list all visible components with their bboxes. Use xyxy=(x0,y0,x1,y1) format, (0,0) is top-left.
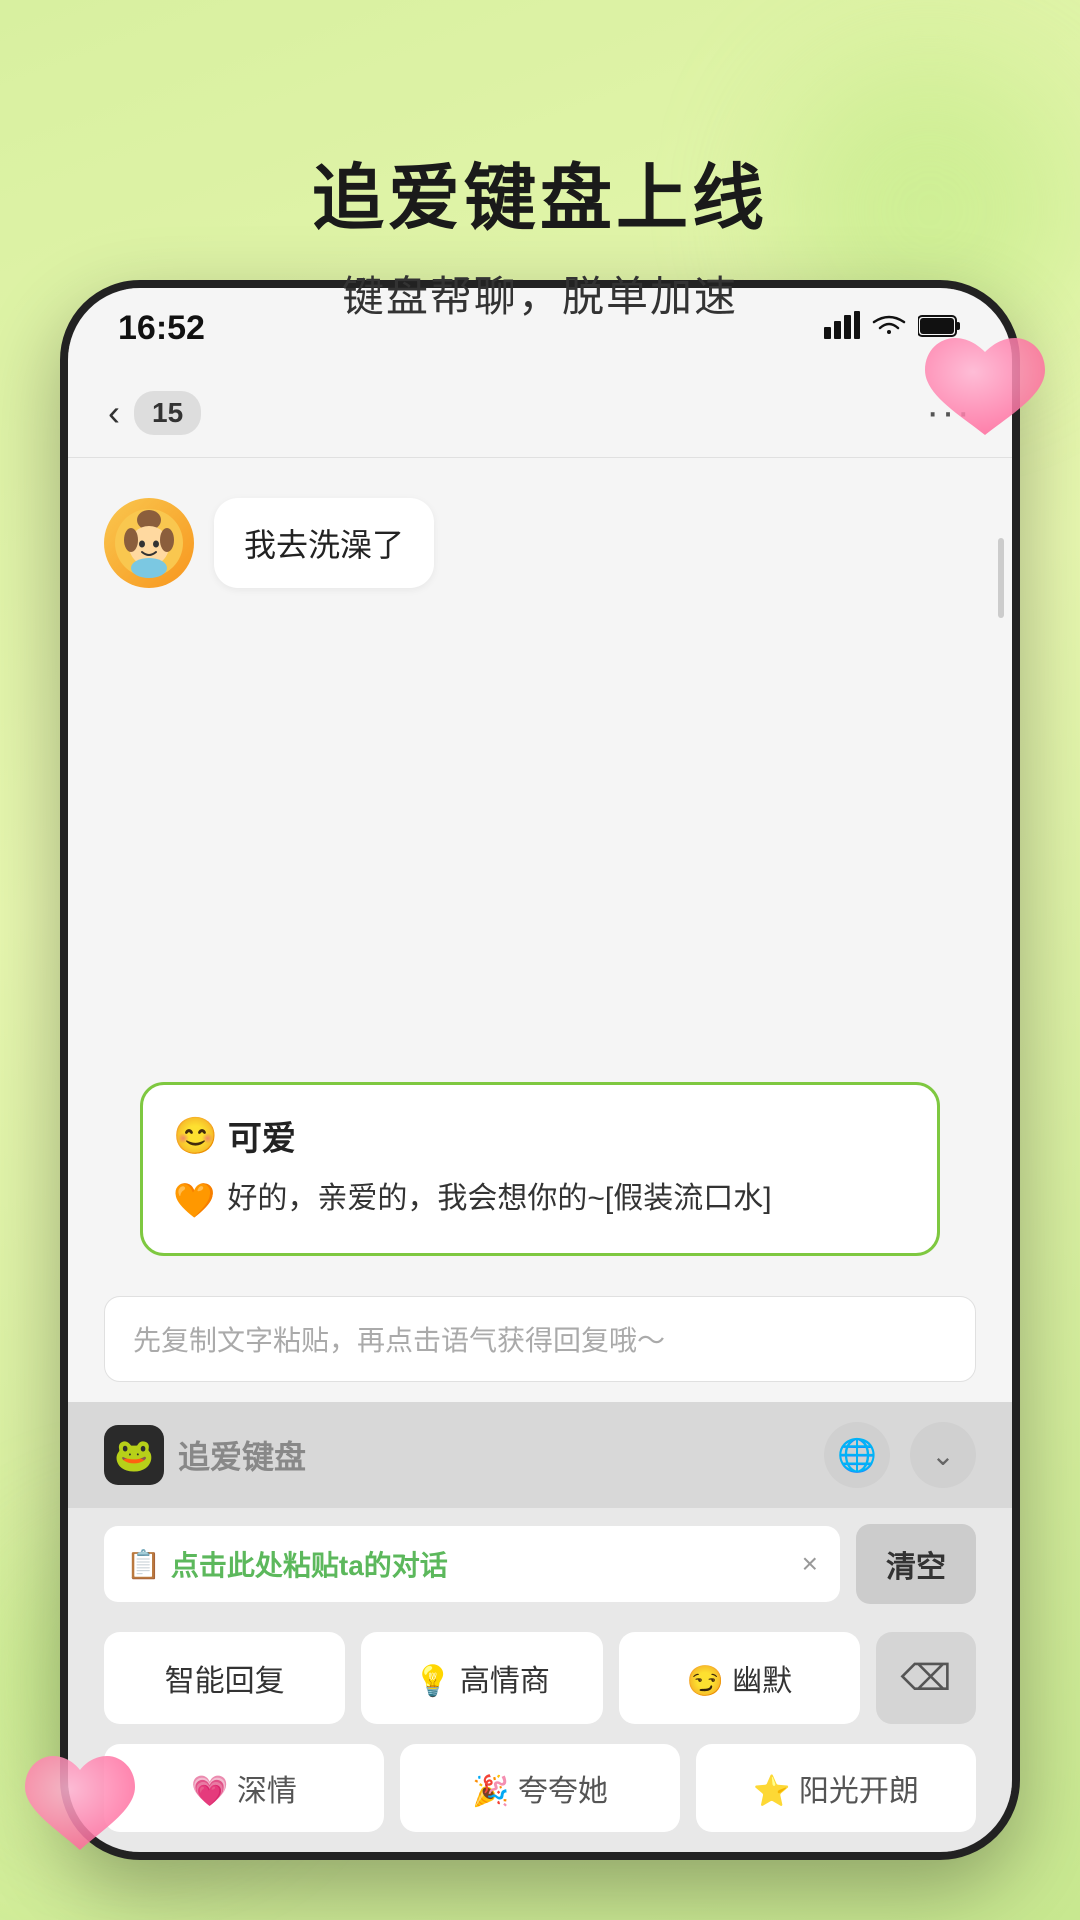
back-arrow-icon[interactable]: ‹ xyxy=(108,392,120,434)
keyboard-header: 🐸 追爱键盘 🌐 ⌄ xyxy=(68,1402,1012,1508)
scrollbar-track xyxy=(998,538,1004,1062)
keyboard-logo-emoji: 🐸 xyxy=(114,1436,154,1474)
deep-emoji: 💗 xyxy=(191,1775,228,1808)
paste-close-button[interactable]: × xyxy=(802,1548,818,1580)
suggestion-body-text: 好的，亲爱的，我会想你的~[假装流口水] xyxy=(227,1176,771,1221)
quick-btn-sunny[interactable]: ⭐ 阳光开朗 xyxy=(696,1744,976,1832)
paste-content[interactable]: 📋 点击此处粘贴ta的对话 × xyxy=(104,1526,840,1602)
keyboard-name: 追爱键盘 xyxy=(178,1432,306,1478)
paste-icon: 📋 xyxy=(126,1548,161,1581)
humor-label: 幽默 xyxy=(732,1665,792,1698)
paste-area: 📋 点击此处粘贴ta的对话 × 清空 xyxy=(68,1508,1012,1620)
chat-header: ‹ 15 ··· xyxy=(68,368,1012,458)
keyboard-logo: 🐸 xyxy=(104,1425,164,1485)
sunny-label: 阳光开朗 xyxy=(799,1775,919,1808)
heart-decoration-top xyxy=(920,330,1050,450)
keyboard-actions: 🌐 ⌄ xyxy=(824,1422,976,1488)
chat-area: 我去洗澡了 xyxy=(68,458,1012,1062)
quick-btn-deep[interactable]: 💗 深情 xyxy=(104,1744,384,1832)
scrollbar-thumb[interactable] xyxy=(998,538,1004,618)
input-area: 先复制文字粘贴，再点击语气获得回复哦～ xyxy=(68,1276,1012,1402)
praise-label: 夸夸她 xyxy=(518,1775,608,1808)
paste-text: 📋 点击此处粘贴ta的对话 xyxy=(126,1544,448,1584)
quick-reply-row-2: 💗 深情 🎉 夸夸她 ⭐ 阳光开朗 xyxy=(68,1736,1012,1852)
suggestion-title-emoji: 😊 xyxy=(173,1115,218,1157)
suggestion-title-text: 可爱 xyxy=(228,1111,296,1160)
sunny-emoji: ⭐ xyxy=(753,1775,790,1808)
delete-icon: ⌫ xyxy=(901,1657,952,1699)
chat-back[interactable]: ‹ 15 xyxy=(108,391,201,435)
praise-emoji: 🎉 xyxy=(472,1775,509,1808)
delete-button[interactable]: ⌫ xyxy=(876,1632,976,1724)
high-eq-label: 高情商 xyxy=(460,1665,550,1698)
message-text: 我去洗澡了 xyxy=(244,527,404,563)
heart-decoration-bottom xyxy=(20,1750,140,1860)
globe-button[interactable]: 🌐 xyxy=(824,1422,890,1488)
suggestion-body-icon: 🧡 xyxy=(173,1176,215,1227)
message-row: 我去洗澡了 xyxy=(104,498,976,588)
quick-btn-smart-reply[interactable]: 智能回复 xyxy=(104,1632,345,1724)
suggestion-body: 🧡 好的，亲爱的，我会想你的~[假装流口水] xyxy=(173,1176,907,1227)
chevron-down-icon: ⌄ xyxy=(931,1439,954,1472)
quick-btn-humor[interactable]: 😏 幽默 xyxy=(619,1632,860,1724)
paste-label: 点击此处粘贴ta的对话 xyxy=(171,1544,448,1584)
suggestion-card: 😊 可爱 🧡 好的，亲爱的，我会想你的~[假装流口水] xyxy=(140,1082,940,1256)
quick-btn-praise[interactable]: 🎉 夸夸她 xyxy=(400,1744,680,1832)
smart-reply-label: 智能回复 xyxy=(165,1665,285,1698)
globe-icon: 🌐 xyxy=(837,1436,877,1474)
expand-button[interactable]: ⌄ xyxy=(910,1422,976,1488)
page-subtitle: 键盘帮聊，脱单加速 xyxy=(0,263,1080,324)
high-eq-emoji: 💡 xyxy=(414,1665,451,1698)
quick-btn-high-eq[interactable]: 💡 高情商 xyxy=(361,1632,602,1724)
clear-button[interactable]: 清空 xyxy=(856,1524,976,1604)
suggestion-title: 😊 可爱 xyxy=(173,1111,907,1160)
avatar xyxy=(104,498,194,588)
message-input[interactable]: 先复制文字粘贴，再点击语气获得回复哦～ xyxy=(104,1296,976,1382)
input-placeholder: 先复制文字粘贴，再点击语气获得回复哦～ xyxy=(133,1325,665,1356)
humor-emoji: 😏 xyxy=(686,1665,723,1698)
phone-mockup: 16:52 ‹ 15 ··· xyxy=(60,280,1020,1860)
keyboard-brand: 🐸 追爱键盘 xyxy=(104,1425,306,1485)
unread-badge: 15 xyxy=(134,391,201,435)
deep-label: 深情 xyxy=(237,1775,297,1808)
suggestion-card-wrapper: 😊 可爱 🧡 好的，亲爱的，我会想你的~[假装流口水] xyxy=(68,1062,1012,1276)
quick-reply-row-1: 智能回复 💡 高情商 😏 幽默 ⌫ xyxy=(68,1620,1012,1736)
page-title: 追爱键盘上线 xyxy=(0,80,1080,239)
message-bubble: 我去洗澡了 xyxy=(214,498,434,588)
